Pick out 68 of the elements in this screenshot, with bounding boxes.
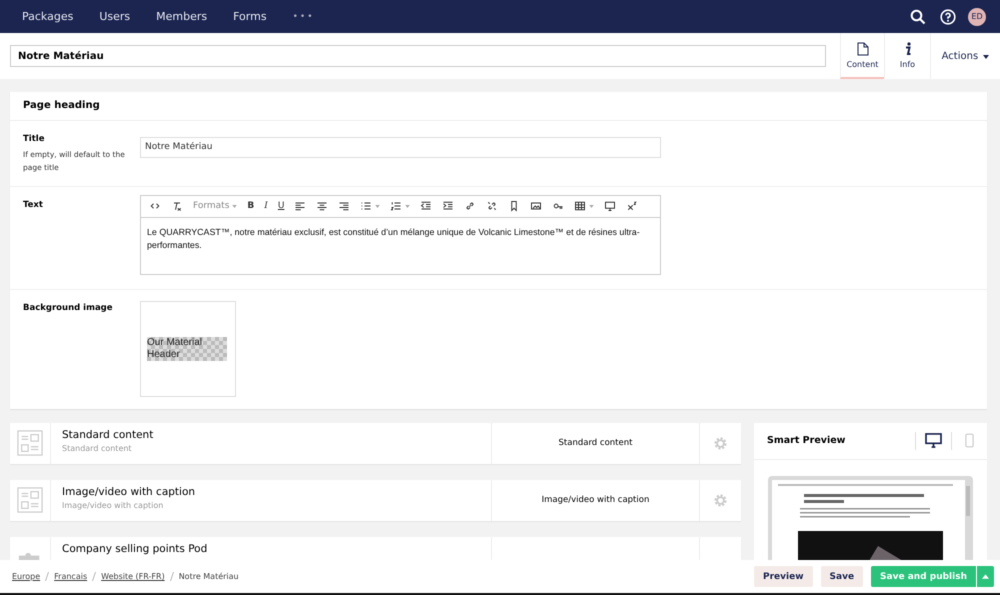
caret-icon (232, 204, 238, 208)
title-input-field[interactable]: Notre Matériau (140, 136, 661, 158)
image-thumbnail[interactable]: Our Material Header (140, 300, 236, 396)
info-icon (904, 42, 912, 56)
numbered-list-icon (390, 200, 402, 212)
caret-icon (589, 204, 594, 208)
breadcrumb-link[interactable]: Website (FR-FR) (101, 572, 165, 581)
image-caption: Our Material Header (147, 336, 227, 360)
content-block[interactable]: Standard content Standard content Standard content (10, 422, 741, 464)
toolbar-button[interactable]: Formats (188, 196, 242, 216)
caret-icon (982, 574, 989, 578)
image-icon (530, 200, 542, 212)
content-block[interactable]: Image/video with caption Image/video with caption Image/video with caption (10, 480, 741, 520)
nav-link[interactable]: Forms (223, 10, 277, 23)
breadcrumb-link[interactable]: Francais (54, 572, 88, 581)
field-label: Title (23, 134, 46, 144)
more-menu-button[interactable]: ••• (282, 12, 325, 22)
align-right-icon (338, 200, 350, 212)
help-icon[interactable] (940, 8, 956, 24)
toolbar-button[interactable]: B (242, 196, 260, 216)
monitor-icon (604, 200, 616, 212)
bullet-list-icon (360, 200, 372, 212)
field-label: Text (23, 200, 44, 210)
mobile-icon (965, 433, 974, 448)
block-title: Standard content (62, 428, 154, 440)
nav-link[interactable]: Users (89, 10, 140, 23)
search-icon[interactable] (910, 8, 926, 24)
block-title: Company selling points Pod (62, 542, 208, 554)
page-name-field[interactable]: Notre Matériau (10, 45, 826, 67)
view-tab[interactable]: Content (840, 33, 884, 79)
separator-icon (45, 572, 50, 581)
caret-icon (983, 54, 990, 58)
breadcrumb-link[interactable]: Europe (12, 572, 40, 581)
layout-icon (17, 430, 43, 456)
separator-icon (92, 572, 96, 581)
content-block[interactable]: Company selling points Pod (10, 536, 741, 560)
block-label: Image/video with caption (542, 495, 650, 505)
save-button[interactable]: Save (820, 566, 864, 587)
block-subtitle: Image/video with caption (62, 500, 164, 510)
separator-icon (170, 572, 174, 581)
caret-icon (405, 204, 410, 208)
outdent-icon (420, 200, 432, 212)
indent-icon (442, 200, 454, 212)
breadcrumb-current: Notre Matériau (178, 572, 239, 581)
superscript-icon (626, 200, 638, 212)
link-icon (464, 200, 476, 212)
nav-link[interactable]: Members (146, 10, 218, 23)
toolbar-button[interactable]: U (272, 196, 290, 216)
document-icon (856, 42, 868, 56)
unlink-icon (486, 200, 498, 212)
user-avatar[interactable]: ED (968, 8, 986, 26)
desktop-icon (925, 433, 942, 448)
card-title: Page heading (10, 92, 987, 121)
caret-icon (375, 204, 380, 208)
toolbar-button[interactable]: I (259, 196, 273, 216)
align-center-icon (316, 200, 328, 212)
preview-button[interactable]: Preview (754, 566, 813, 587)
block-label: Standard content (558, 438, 632, 448)
layout-icon (17, 487, 43, 513)
block-subtitle: Standard content (62, 444, 133, 452)
align-left-icon (294, 200, 306, 212)
clear-format-icon (171, 200, 183, 212)
panel-title: Smart Preview (767, 435, 846, 446)
rich-text-field[interactable]: Le QUARRYCAST™, notre matériau exclusif, est constitué d’un mélange unique de Volcanic Limestone™ et de résines ultra-performantes. (141, 218, 660, 274)
block-title: Image/video with caption (62, 486, 196, 498)
field-label: Background image (23, 302, 114, 312)
table-icon (574, 200, 586, 212)
nav-link[interactable]: Packages (12, 10, 84, 23)
